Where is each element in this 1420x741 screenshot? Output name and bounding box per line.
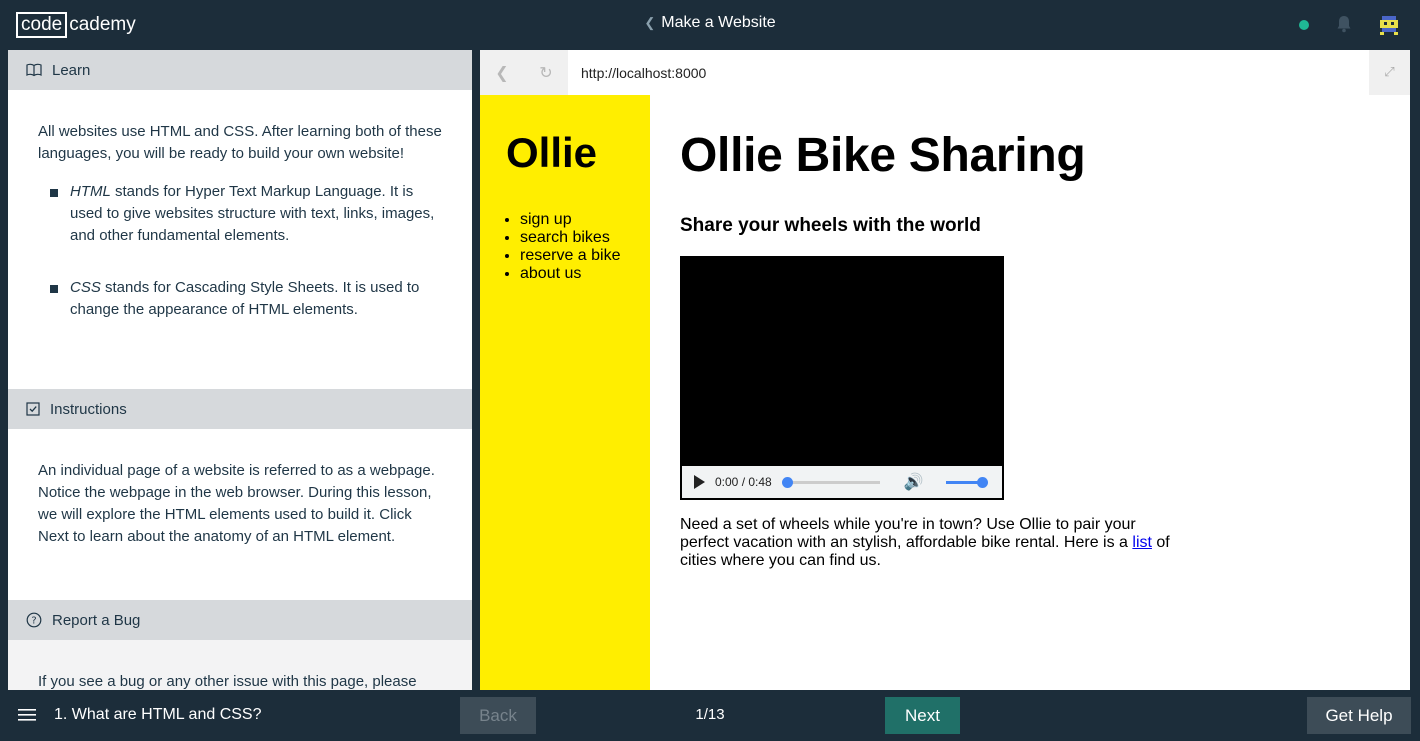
site-brand: Ollie (506, 129, 598, 176)
site-heading: Ollie Bike Sharing (680, 129, 1086, 182)
learn-bullet-list: HTML stands for Hyper Text Markup Langua… (38, 181, 442, 321)
video-player[interactable]: 0:00 / 0:48 🔊 (680, 256, 1004, 500)
user-avatar[interactable] (1378, 14, 1400, 36)
chevron-left-icon: ❮ (644, 15, 656, 30)
online-status-dot (1299, 20, 1309, 30)
learn-bullet-html: HTML stands for Hyper Text Markup Langua… (38, 181, 442, 247)
svg-text:?: ? (31, 616, 36, 627)
lesson-panel[interactable]: Learn All websites use HTML and CSS. Aft… (8, 50, 472, 690)
browser-back-icon[interactable]: ❮ (495, 63, 508, 82)
course-title: Make a Website (661, 14, 776, 31)
volume-icon[interactable]: 🔊 (904, 472, 924, 492)
bullet-text: stands for Hyper Text Markup Language. I… (70, 183, 435, 244)
checkbox-icon (26, 402, 40, 416)
website-viewport: Ollie sign up search bikes reserve a bik… (480, 95, 1410, 690)
learn-intro: All websites use HTML and CSS. After lea… (38, 123, 442, 162)
bullet-term: HTML (70, 183, 111, 200)
bullet-text: stands for Cascading Style Sheets. It is… (70, 279, 420, 318)
volume-knob[interactable] (976, 476, 988, 488)
browser-reload-icon[interactable]: ↻ (539, 63, 552, 82)
site-nav-item: reserve a bike (520, 247, 626, 265)
learn-bullet-css: CSS stands for Cascading Style Sheets. I… (38, 277, 442, 321)
get-help-button[interactable]: Get Help (1307, 697, 1411, 734)
video-time: 0:00 / 0:48 (715, 475, 772, 489)
video-controls: 0:00 / 0:48 🔊 (682, 466, 1002, 498)
lesson-title: 1. What are HTML and CSS? (54, 706, 262, 723)
cities-list-link[interactable]: list (1132, 534, 1152, 551)
top-bar: code cademy ❮ Make a Website (0, 0, 1420, 50)
question-circle-icon: ? (26, 612, 42, 628)
bottom-bar: 1. What are HTML and CSS? Back 1/13 Next… (0, 690, 1420, 741)
bullet-term: CSS (70, 279, 101, 296)
learn-section-body: All websites use HTML and CSS. After lea… (8, 90, 472, 389)
instructions-section-header[interactable]: Instructions (8, 389, 472, 429)
back-button[interactable]: Back (460, 697, 536, 734)
hamburger-menu-icon[interactable] (18, 706, 38, 728)
instructions-text: An individual page of a website is refer… (38, 462, 435, 545)
bell-icon[interactable] (1336, 15, 1352, 37)
site-nav-item: about us (520, 265, 626, 283)
browser-preview: ❮ ↻ http://localhost:8000 ⤢ Ollie sign u… (480, 50, 1410, 690)
progress-knob[interactable] (781, 476, 793, 488)
expand-icon[interactable]: ⤢ (1369, 50, 1410, 95)
video-progress-slider[interactable] (781, 476, 880, 488)
site-subheading: Share your wheels with the world (680, 215, 981, 236)
learn-section-title: Learn (52, 61, 91, 79)
site-main-content: Ollie Bike Sharing Share your wheels wit… (680, 95, 1380, 570)
site-nav-item: search bikes (520, 229, 626, 247)
browser-toolbar: ❮ ↻ http://localhost:8000 ⤢ (480, 50, 1410, 95)
site-sidebar: Ollie sign up search bikes reserve a bik… (480, 95, 650, 690)
instructions-section-title: Instructions (50, 400, 127, 418)
volume-slider[interactable] (945, 476, 988, 488)
play-icon[interactable] (694, 475, 705, 489)
site-paragraph: Need a set of wheels while you're in tow… (680, 516, 1180, 570)
report-bug-text: If you see a bug or any other issue with… (38, 673, 417, 690)
site-nav-item: sign up (520, 211, 626, 229)
report-bug-section-body: If you see a bug or any other issue with… (8, 640, 472, 690)
site-nav-list: sign up search bikes reserve a bike abou… (506, 211, 626, 283)
instructions-section-body: An individual page of a website is refer… (8, 429, 472, 600)
report-bug-section-header[interactable]: ? Report a Bug (8, 600, 472, 640)
learn-section-header[interactable]: Learn (8, 50, 472, 90)
browser-nav-buttons: ❮ ↻ (480, 50, 568, 95)
report-bug-section-title: Report a Bug (52, 611, 141, 629)
page-counter: 1/13 (695, 706, 725, 723)
course-title-link[interactable]: ❮ Make a Website (0, 14, 1420, 32)
book-icon (26, 63, 42, 77)
paragraph-text-start: Need a set of wheels while you're in tow… (680, 516, 1136, 551)
browser-url-bar[interactable]: http://localhost:8000 (568, 65, 1369, 81)
next-button[interactable]: Next (885, 697, 960, 734)
